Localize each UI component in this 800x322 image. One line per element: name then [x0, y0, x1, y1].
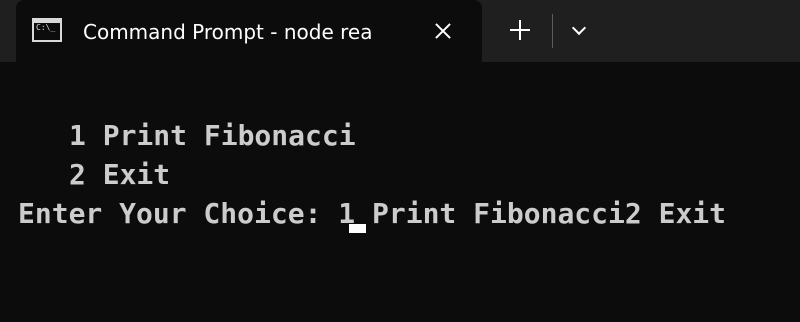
tab-bar-divider [552, 14, 553, 48]
tab-command-prompt[interactable]: C:\_ Command Prompt - node rea [16, 0, 482, 62]
terminal-line: Enter Your Choice: 1 Print Fibonacci2 Ex… [18, 197, 727, 230]
terminal-line: 2 Exit [69, 158, 171, 191]
close-icon[interactable] [427, 15, 459, 47]
new-tab-button[interactable] [502, 14, 538, 46]
chevron-down-icon[interactable] [562, 14, 596, 46]
terminal-output[interactable]: 1 Print Fibonacci 2 Exit Enter Your Choi… [0, 62, 800, 322]
tab-bar: C:\_ Command Prompt - node rea [0, 0, 800, 62]
terminal-line: 1 Print Fibonacci [69, 119, 356, 152]
tab-title: Command Prompt - node rea [83, 20, 373, 44]
text-cursor [349, 224, 366, 233]
cmd-icon: C:\_ [32, 18, 62, 42]
